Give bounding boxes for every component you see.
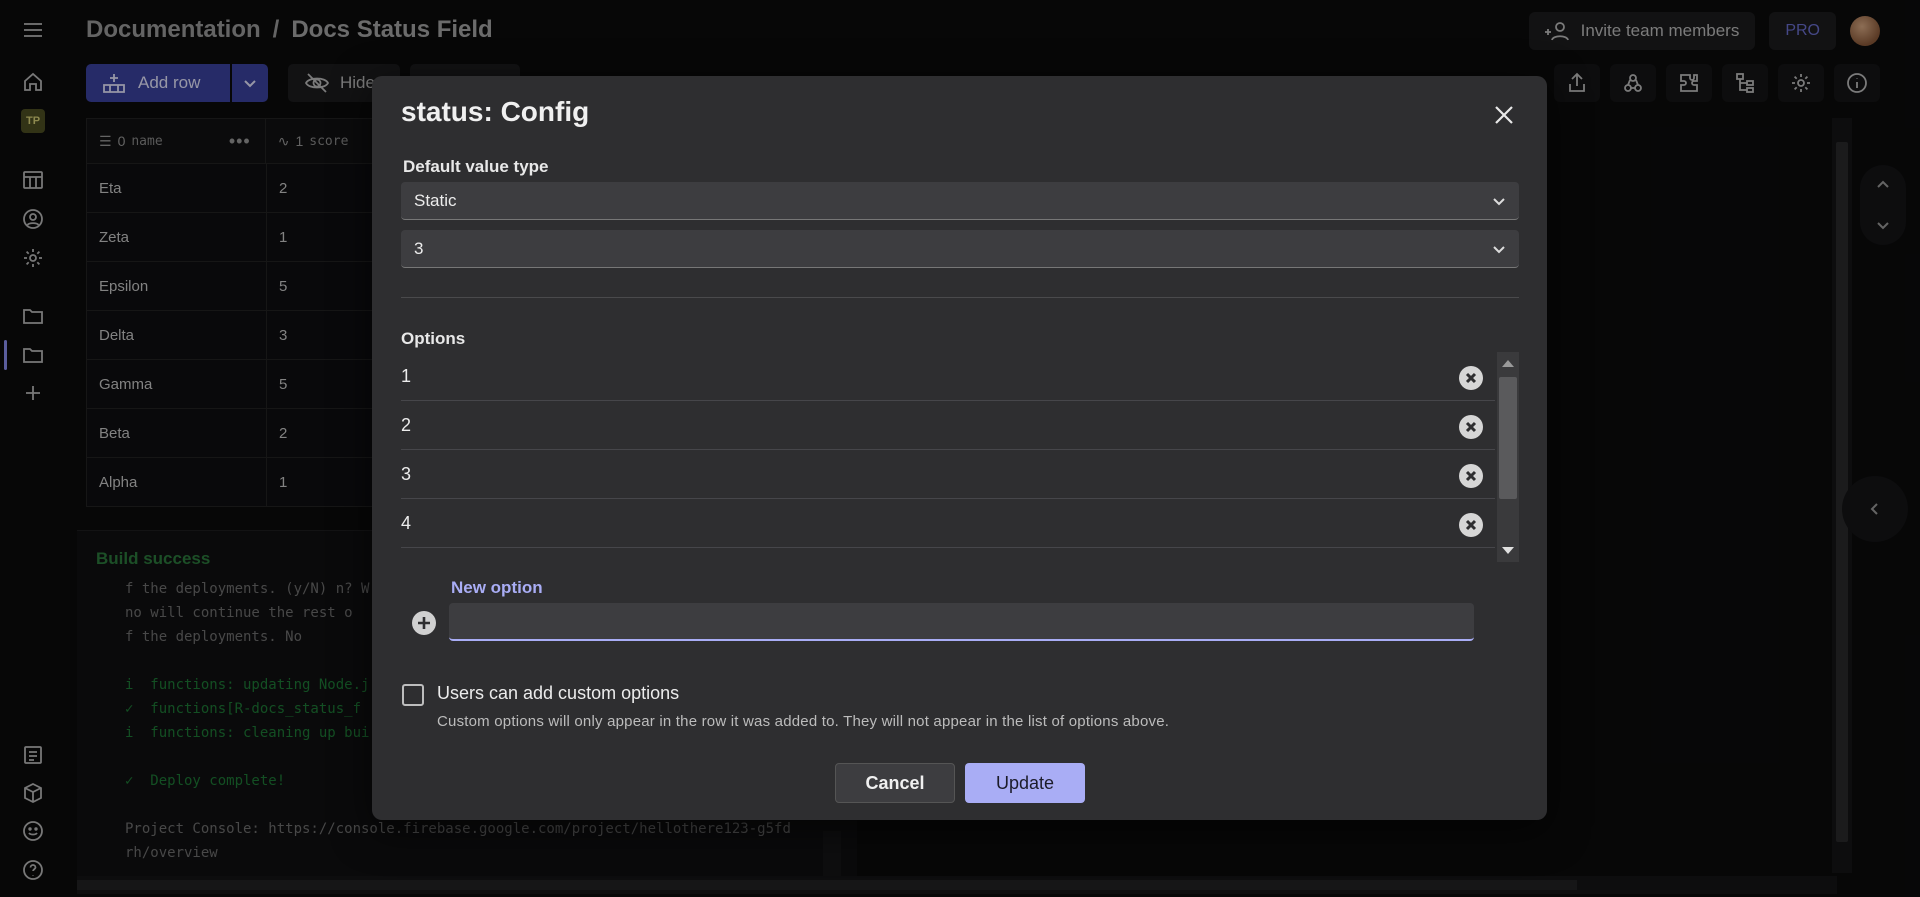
default-value-type-select[interactable]: Static — [401, 182, 1519, 220]
option-item[interactable]: 2 — [401, 401, 1495, 450]
column-config-dialog: status: Config Default value type Static… — [372, 76, 1547, 820]
remove-option-icon[interactable] — [1459, 415, 1483, 439]
cancel-button[interactable]: Cancel — [835, 763, 955, 803]
option-label: 3 — [401, 463, 412, 484]
options-list: 1 2 3 4 5 — [401, 352, 1519, 562]
remove-option-icon[interactable] — [1459, 464, 1483, 488]
remove-option-icon[interactable] — [1459, 366, 1483, 390]
custom-options-checkbox[interactable] — [402, 684, 424, 706]
scroll-down-arrow[interactable] — [1502, 547, 1514, 554]
default-value-type-label: Default value type — [403, 157, 549, 176]
option-item[interactable]: 1 — [401, 352, 1495, 401]
remove-option-icon[interactable] — [1459, 513, 1483, 537]
options-label: Options — [401, 329, 466, 348]
close-icon — [1495, 106, 1513, 124]
option-item[interactable]: 5 — [401, 548, 1495, 563]
option-label: 1 — [401, 365, 412, 386]
close-button[interactable] — [1489, 100, 1519, 130]
custom-options-help-text: Custom options will only appear in the r… — [437, 713, 1170, 730]
custom-options-label[interactable]: Users can add custom options — [437, 683, 679, 704]
update-button[interactable]: Update — [965, 763, 1085, 803]
option-label: 4 — [401, 512, 412, 533]
new-option-label: New option — [451, 578, 543, 597]
scroll-up-arrow[interactable] — [1502, 360, 1514, 367]
option-label: 2 — [401, 414, 412, 435]
option-item[interactable]: 3 — [401, 450, 1495, 499]
chevron-down-icon — [1491, 241, 1507, 257]
plus-circle-icon[interactable] — [412, 611, 436, 635]
default-value-value: 3 — [414, 238, 424, 258]
options-scrollbar[interactable] — [1497, 352, 1519, 562]
default-value-select[interactable]: 3 — [401, 230, 1519, 268]
chevron-down-icon — [1491, 193, 1507, 209]
default-value-type-value: Static — [414, 190, 457, 210]
option-item[interactable]: 4 — [401, 499, 1495, 548]
scroll-thumb[interactable] — [1499, 377, 1517, 499]
section-divider — [401, 297, 1519, 298]
new-option-input[interactable] — [449, 603, 1474, 641]
option-label: 5 — [401, 562, 411, 563]
dialog-title: status: Config — [401, 96, 590, 127]
